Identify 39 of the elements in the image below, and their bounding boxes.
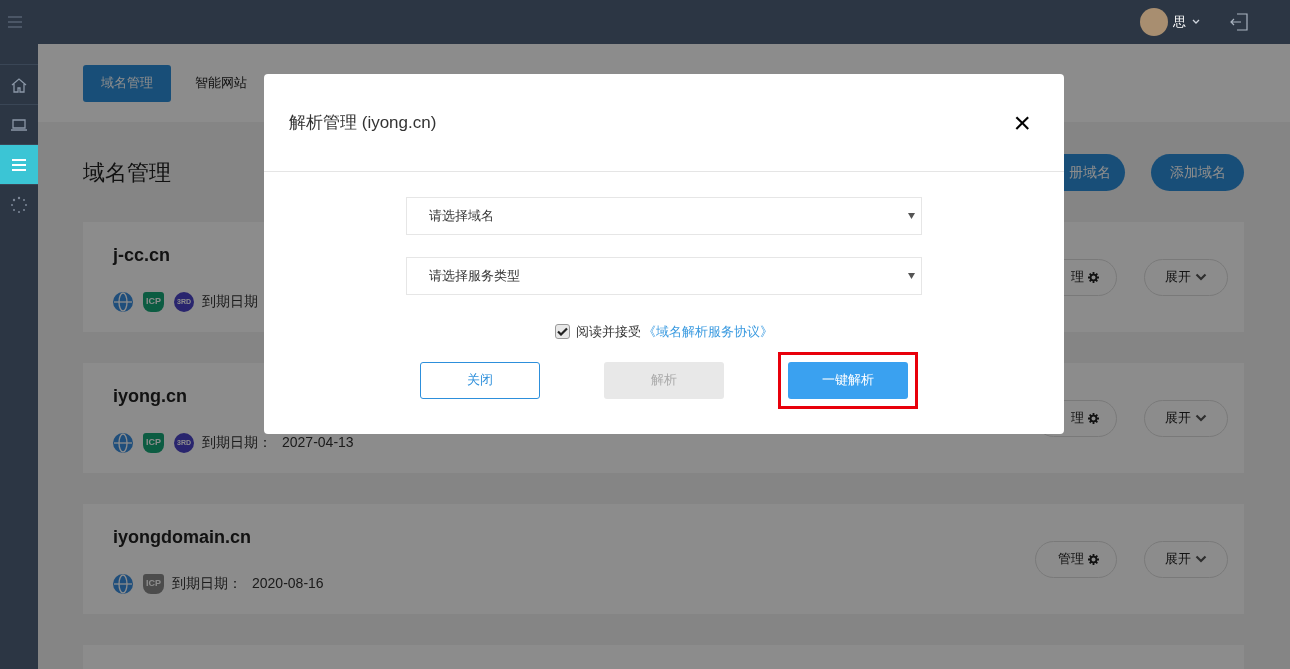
globe-icon [113, 291, 133, 312]
checkbox[interactable] [555, 324, 570, 340]
dropdown-arrow-icon [908, 213, 915, 219]
chevron-down-icon [1195, 555, 1207, 563]
expiry-date: 2020-08-16 [252, 574, 324, 593]
page-title: 域名管理 [83, 158, 171, 187]
domain-name: iyong.cn [113, 385, 188, 408]
icp-badge: ICP [143, 432, 164, 453]
agreement-text: 阅读并接受 [576, 323, 641, 341]
dialog-title: 解析管理 (iyong.cn) [289, 111, 437, 134]
icp-badge: ICP [143, 291, 164, 312]
user-name[interactable]: 思 [1173, 12, 1186, 32]
agreement-link[interactable]: 《域名解析服务协议》 [643, 322, 773, 342]
expiry-label: 到期日期 [202, 292, 258, 311]
chevron-down-icon[interactable] [1192, 19, 1200, 25]
icp-badge: ICP [143, 573, 164, 594]
gear-icon [1088, 271, 1099, 283]
chevron-down-icon [1195, 414, 1207, 422]
domain-name: j-cc.cn [113, 244, 172, 267]
check-icon [557, 327, 568, 337]
expiry-label: 到期日期： [202, 433, 272, 452]
gear-icon [1088, 553, 1099, 565]
expiry-date: 2027-04-13 [282, 433, 354, 452]
avatar[interactable] [1140, 8, 1168, 36]
select-field[interactable]: 请选择域名 [406, 197, 922, 235]
gear-icon [1088, 412, 1099, 424]
close-button[interactable]: 关闭 [420, 361, 540, 399]
sidebar-item[interactable] [0, 144, 38, 184]
expiry-label: 到期日期： [172, 574, 242, 593]
globe-icon [113, 432, 133, 453]
domain-name: iyongdomain.cn [113, 526, 252, 549]
dropdown-arrow-icon [908, 273, 915, 279]
tab[interactable]: 智能网站 [177, 64, 265, 102]
logout-icon[interactable] [1230, 13, 1248, 31]
spinner-icon [10, 195, 28, 214]
chevron-down-icon [1195, 273, 1207, 281]
close-button[interactable]: × [1013, 107, 1031, 138]
globe-icon [113, 573, 133, 594]
select-field[interactable]: 请选择服务类型 [406, 257, 922, 295]
